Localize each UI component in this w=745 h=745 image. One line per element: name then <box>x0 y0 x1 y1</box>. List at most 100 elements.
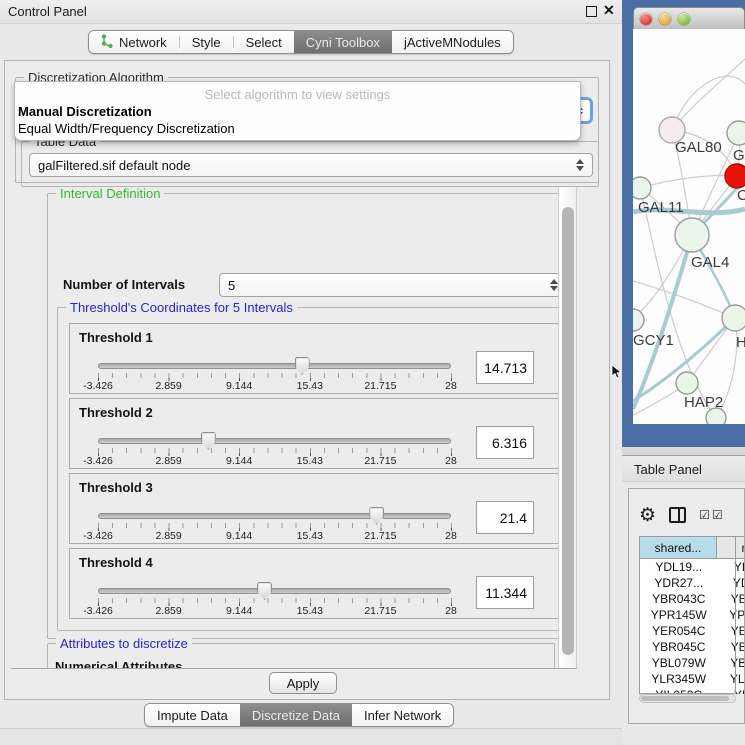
cell-shared-name[interactable]: YIL052C <box>640 687 718 694</box>
cell-shared-name[interactable]: YPR145W <box>640 607 718 623</box>
table-row[interactable]: YBR045CYBR045C <box>640 639 745 655</box>
zoom-traffic-light-icon[interactable] <box>678 13 690 25</box>
tick-label: 15.43 <box>297 380 323 392</box>
tab-impute-data[interactable]: Impute Data <box>145 704 240 726</box>
cell-name[interactable]: YER054C <box>718 623 745 639</box>
table-panel-body: ⚙ ☑ ☑ shared... name YDL19...YDL19...YDR… <box>622 482 745 745</box>
cyni-toolbox-panel: Discretization Algorithm Select algorith… <box>4 60 610 700</box>
slider-tick-labels: -3.4262.8599.14415.4321.71528 <box>98 530 451 542</box>
tab-cyni-toolbox[interactable]: Cyni Toolbox <box>294 31 392 53</box>
cell-shared-name[interactable]: YLR345W <box>640 671 718 687</box>
mouse-cursor <box>611 364 623 385</box>
cell-name[interactable]: YDL19... <box>718 559 745 575</box>
minimize-traffic-light-icon[interactable] <box>659 13 671 25</box>
tick-label: -3.426 <box>83 605 113 617</box>
threshold-2-slider[interactable] <box>98 438 451 444</box>
tick-label: 28 <box>445 380 457 392</box>
table-data-combobox[interactable]: galFiltered.sif default node <box>29 153 593 177</box>
checkbox-icon[interactable]: ☑ <box>699 508 710 522</box>
gear-icon[interactable]: ⚙ <box>639 506 656 525</box>
network-node[interactable] <box>676 372 698 394</box>
tab-discretize-data[interactable]: Discretize Data <box>240 704 352 726</box>
window-title: Control Panel <box>8 4 87 19</box>
scrollbar-thumb[interactable] <box>562 207 574 655</box>
table-row[interactable]: YLR345WYLR345W <box>640 671 745 687</box>
network-node-label: GAL4 <box>691 254 729 271</box>
network-node[interactable] <box>722 305 745 331</box>
threshold-3-value-field[interactable]: 21.4 <box>476 501 534 534</box>
network-node[interactable] <box>727 121 745 145</box>
split-pane-icon[interactable] <box>669 507 686 523</box>
tick-label: 28 <box>445 530 457 542</box>
threshold-4-slider[interactable] <box>98 588 451 594</box>
network-window-frame: GAL80GAGAL11CGAL4GCY1HHAP2 <box>622 0 745 447</box>
cell-shared-name[interactable]: YBR043C <box>640 591 718 607</box>
close-traffic-light-icon[interactable] <box>640 13 652 25</box>
table-row[interactable]: YBR043CYBR043C <box>640 591 745 607</box>
scrollbar-thumb[interactable] <box>641 696 729 701</box>
tick-label: 15.43 <box>297 605 323 617</box>
cell-shared-name[interactable]: YER054C <box>640 623 718 639</box>
table-row[interactable]: YDR27...YDR27... <box>640 575 745 591</box>
threshold-1-slider[interactable] <box>98 363 451 369</box>
tab-jactivemnodules[interactable]: jActiveMNodules <box>392 31 513 53</box>
threshold-label: Threshold 2 <box>79 405 153 420</box>
tab-label: Style <box>192 35 221 50</box>
table-rows[interactable]: YDL19...YDL19...YDR27...YDR27...YBR043CY… <box>639 559 745 694</box>
popup-option-manual-discretization[interactable]: Manual Discretization <box>18 104 152 119</box>
tab-network[interactable]: Network <box>89 31 179 53</box>
group-label: Threshold's Coordinates for 5 Intervals <box>66 300 297 315</box>
checkbox-icon[interactable]: ☑ <box>712 508 723 522</box>
cell-name[interactable]: YIL052C <box>718 687 745 694</box>
table-horizontal-scrollbar[interactable] <box>639 694 736 703</box>
cell-shared-name[interactable]: YBR045C <box>640 639 718 655</box>
table-row[interactable]: YPR145WYPR145W <box>640 607 745 623</box>
network-graph <box>633 29 745 424</box>
threshold-2-value-field[interactable]: 6.316 <box>476 426 534 459</box>
tab-label: Network <box>119 35 167 50</box>
table-row[interactable]: YDL19...YDL19... <box>640 559 745 575</box>
cell-name[interactable]: YBR045C <box>718 639 745 655</box>
cell-shared-name[interactable]: YDL19... <box>640 559 718 575</box>
tab-style[interactable]: Style <box>180 31 233 53</box>
threshold-3-slider[interactable] <box>98 513 451 519</box>
network-node[interactable] <box>633 177 651 199</box>
column-header-name[interactable]: name <box>717 536 745 559</box>
combo-value: galFiltered.sif default node <box>38 158 190 173</box>
tab-select[interactable]: Select <box>234 31 294 53</box>
cell-shared-name[interactable]: YBL079W <box>640 655 718 671</box>
tick-label: 9.144 <box>226 605 252 617</box>
table-row[interactable]: YER054CYER054C <box>640 623 745 639</box>
apply-button[interactable]: Apply <box>269 672 337 694</box>
column-header-shared-name[interactable]: shared... <box>639 536 717 559</box>
table-row[interactable]: YIL052CYIL052C <box>640 687 745 694</box>
network-edge <box>640 175 737 188</box>
network-canvas[interactable]: GAL80GAGAL11CGAL4GCY1HHAP2 <box>633 29 745 424</box>
network-node[interactable] <box>675 218 709 252</box>
cell-name[interactable]: YPR145W <box>718 607 745 623</box>
cell-name[interactable]: YBL079W <box>718 655 745 671</box>
float-window-icon[interactable] <box>586 6 597 17</box>
slider-minor-ticks <box>98 598 452 603</box>
cell-name[interactable]: YLR345W <box>718 671 745 687</box>
cell-name[interactable]: YDR27... <box>718 575 745 591</box>
tick-label: 2.859 <box>155 380 181 392</box>
number-of-intervals-label: Number of Intervals <box>63 277 185 292</box>
table-row[interactable]: YBL079WYBL079W <box>640 655 745 671</box>
threshold-1-value-field[interactable]: 14.713 <box>476 351 534 384</box>
tick-label: -3.426 <box>83 380 113 392</box>
tab-infer-network[interactable]: Infer Network <box>352 704 453 726</box>
threshold-4-value-field[interactable]: 11.344 <box>476 576 534 609</box>
number-of-intervals-combobox[interactable]: 5 <box>219 273 567 297</box>
cell-shared-name[interactable]: YDR27... <box>640 575 718 591</box>
settings-scrollbar[interactable] <box>558 187 577 669</box>
popup-option-equal-width-frequency[interactable]: Equal Width/Frequency Discretization <box>18 121 235 136</box>
panel-divider[interactable] <box>622 447 745 455</box>
close-icon[interactable]: ✕ <box>603 2 615 19</box>
network-node[interactable] <box>725 164 745 188</box>
table-toolbar: ⚙ ☑ ☑ <box>639 503 745 527</box>
tick-label: -3.426 <box>83 455 113 467</box>
network-node[interactable] <box>633 309 644 331</box>
cell-name[interactable]: YBR043C <box>718 591 745 607</box>
tick-label: 2.859 <box>155 605 181 617</box>
